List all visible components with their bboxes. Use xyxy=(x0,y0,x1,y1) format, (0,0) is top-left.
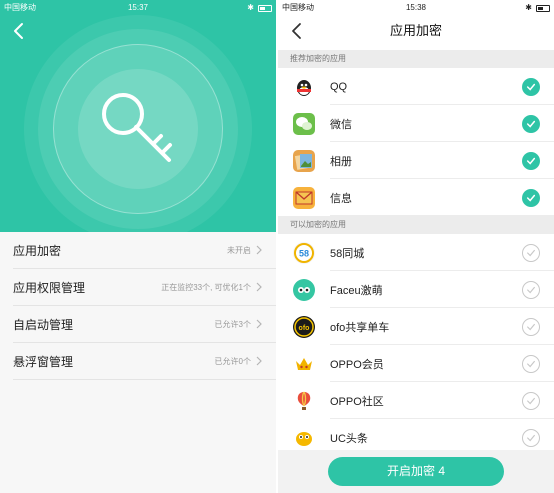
checkbox-unchecked[interactable] xyxy=(522,391,540,410)
app-row-wechat[interactable]: 微信 xyxy=(278,105,554,142)
chevron-right-icon xyxy=(256,319,262,329)
qq-icon xyxy=(293,75,315,98)
app-name: 58同城 xyxy=(330,247,365,260)
checkbox-checked[interactable] xyxy=(522,114,540,133)
wechat-icon xyxy=(293,112,315,135)
faceu-icon xyxy=(293,278,315,301)
app-encryption-screen: 中国移动 15:38 ✱ 应用加密 推荐加密的应用 QQ 微信 相册 信息 可以… xyxy=(278,0,554,493)
oppo-member-icon xyxy=(293,352,315,375)
section-header-recommended: 推荐加密的应用 xyxy=(278,50,554,68)
menu-item-floating-window[interactable]: 悬浮窗管理 已允许0个 xyxy=(13,343,276,380)
app-row-faceu[interactable]: Faceu激萌 xyxy=(278,271,554,308)
chevron-right-icon xyxy=(256,282,262,292)
bluetooth-icon: ✱ xyxy=(247,3,254,12)
menu-item-right: 已允许3个 xyxy=(215,319,262,330)
menu-item-value: 未开启 xyxy=(227,245,251,255)
app-name: 相册 xyxy=(330,155,352,168)
app-row-messages[interactable]: 信息 xyxy=(278,179,554,216)
app-row-58[interactable]: 58 58同城 xyxy=(278,234,554,271)
app-row-ofo[interactable]: ofo ofo共享单车 xyxy=(278,308,554,345)
clock: 15:37 xyxy=(127,3,149,12)
ofo-icon-text: ofo xyxy=(299,325,310,332)
checkbox-unchecked[interactable] xyxy=(522,354,540,373)
ofo-icon: ofo xyxy=(293,315,315,338)
menu-item-label: 应用加密 xyxy=(13,243,62,258)
hero-banner xyxy=(0,0,276,232)
clock: 15:38 xyxy=(405,3,427,12)
status-bar: 中国移动 15:38 ✱ xyxy=(278,0,554,16)
bottom-bar: 开启加密 4 xyxy=(278,450,554,493)
key-icon xyxy=(102,93,172,162)
58-icon-text: 58 xyxy=(299,248,309,258)
menu-item-label: 自启动管理 xyxy=(13,317,74,332)
privacy-settings-screen: 中国移动 15:37 ✱ 应用加密 未开启 应用权限管理 正在监控33个, 可优… xyxy=(0,0,276,493)
status-bar: 中国移动 15:37 ✱ xyxy=(0,0,276,16)
gallery-icon xyxy=(293,149,315,172)
back-arrow-icon[interactable] xyxy=(8,20,30,42)
app-name: OPPO社区 xyxy=(330,395,384,408)
messages-icon xyxy=(293,186,315,209)
app-name: 信息 xyxy=(330,192,352,205)
battery-icon xyxy=(258,4,272,12)
app-name: Faceu激萌 xyxy=(330,284,383,297)
app-name: ofo共享单车 xyxy=(330,321,390,334)
battery-icon xyxy=(536,4,550,12)
menu-item-value: 已允许0个 xyxy=(214,356,251,366)
menu-item-value: 正在监控33个, 可优化1个 xyxy=(161,282,251,292)
checkbox-unchecked[interactable] xyxy=(522,243,540,262)
app-row-oppo-community[interactable]: OPPO社区 xyxy=(278,382,554,419)
nav-bar: 应用加密 xyxy=(278,16,554,46)
58-icon: 58 xyxy=(293,241,315,264)
app-row-oppo-member[interactable]: OPPO会员 xyxy=(278,345,554,382)
checkbox-unchecked[interactable] xyxy=(522,280,540,299)
oppo-community-icon xyxy=(293,389,315,412)
section-header-others: 可以加密的应用 xyxy=(278,216,554,234)
app-list: 推荐加密的应用 QQ 微信 相册 信息 可以加密的应用 58 58同城 Face… xyxy=(278,50,554,456)
app-name: OPPO会员 xyxy=(330,358,384,371)
checkbox-unchecked[interactable] xyxy=(522,317,540,336)
chevron-right-icon xyxy=(256,356,262,366)
app-row-qq[interactable]: QQ xyxy=(278,68,554,105)
enable-encryption-button[interactable]: 开启加密 4 xyxy=(328,457,504,486)
checkbox-checked[interactable] xyxy=(522,151,540,170)
menu-item-right: 未开启 xyxy=(227,245,262,256)
app-name: 微信 xyxy=(330,118,352,131)
app-row-gallery[interactable]: 相册 xyxy=(278,142,554,179)
chevron-right-icon xyxy=(256,245,262,255)
page-title: 应用加密 xyxy=(389,23,442,38)
checkbox-unchecked[interactable] xyxy=(522,428,540,447)
menu-item-label: 悬浮窗管理 xyxy=(13,354,74,369)
menu-item-right: 正在监控33个, 可优化1个 xyxy=(161,282,262,293)
menu-item-right: 已允许0个 xyxy=(215,356,262,367)
system-icons: ✱ xyxy=(525,0,550,16)
checkbox-checked[interactable] xyxy=(522,188,540,207)
menu-item-app-permissions[interactable]: 应用权限管理 正在监控33个, 可优化1个 xyxy=(13,269,276,306)
menu-item-autostart[interactable]: 自启动管理 已允许3个 xyxy=(13,306,276,343)
menu-item-label: 应用权限管理 xyxy=(13,280,86,295)
menu-item-app-encryption[interactable]: 应用加密 未开启 xyxy=(13,232,276,269)
app-name: QQ xyxy=(330,80,348,93)
checkbox-checked[interactable] xyxy=(522,77,540,96)
bluetooth-icon: ✱ xyxy=(525,3,532,12)
menu-item-value: 已允许3个 xyxy=(214,319,251,329)
system-icons: ✱ xyxy=(247,0,272,16)
settings-menu: 应用加密 未开启 应用权限管理 正在监控33个, 可优化1个 自启动管理 已允许… xyxy=(0,232,276,380)
app-name: UC头条 xyxy=(330,432,368,445)
uc-icon xyxy=(293,426,315,449)
